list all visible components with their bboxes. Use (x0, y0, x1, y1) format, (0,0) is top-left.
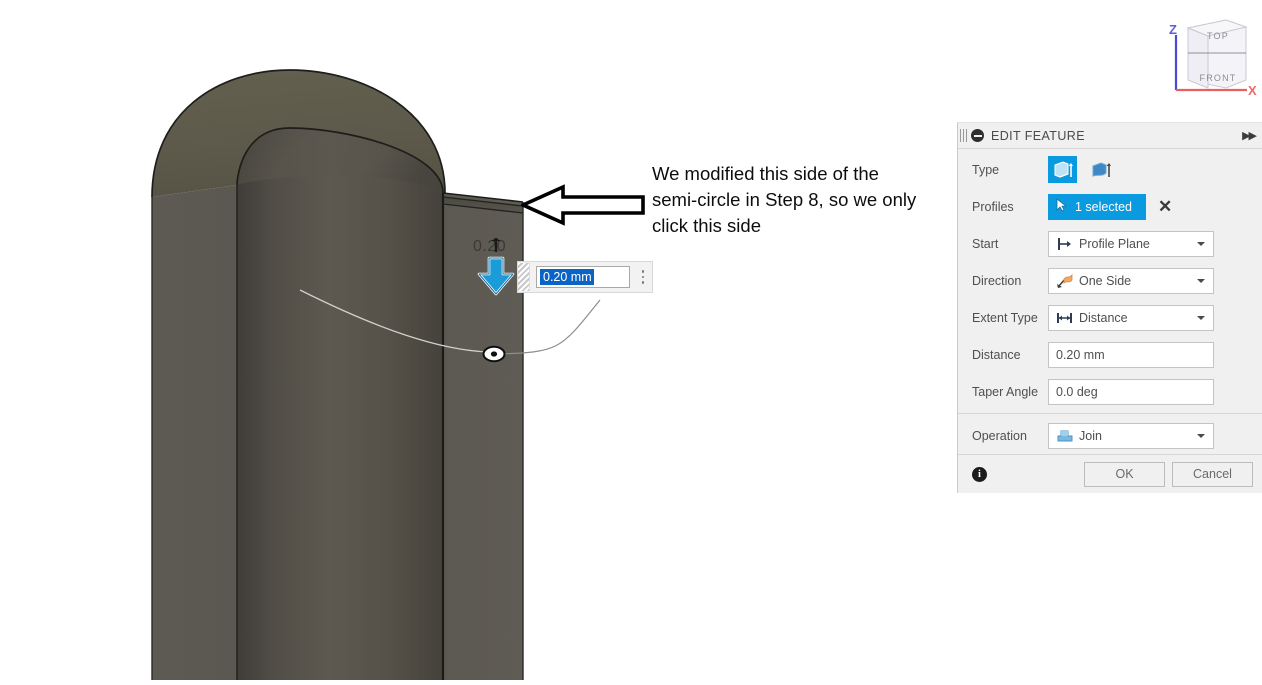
panel-grip-icon[interactable] (960, 129, 968, 142)
taper-angle-input[interactable]: 0.0 deg (1048, 378, 1214, 405)
extrude-flat-icon[interactable] (1048, 156, 1077, 183)
viewcube-top-label: TOP (1207, 31, 1229, 41)
row-distance-label: Distance (972, 347, 1021, 362)
viewcube-front-label: FRONT (1200, 73, 1237, 83)
viewcube[interactable]: TOP FRONT Z X (1148, 8, 1258, 103)
extent-type-value: Distance (1079, 310, 1128, 325)
operation-dropdown[interactable]: Join (1048, 422, 1214, 449)
chevron-down-icon[interactable] (1197, 315, 1205, 320)
viewcube-x-label: X (1248, 83, 1257, 98)
dimension-input[interactable]: 0.20 mm (536, 266, 630, 288)
row-taper-angle: Taper Angle 0.0 deg (958, 373, 1262, 410)
operation-value: Join (1079, 428, 1102, 443)
row-taper-angle-label: Taper Angle (972, 384, 1039, 399)
clear-x-icon[interactable]: ✕ (1158, 198, 1172, 215)
direction-value: One Side (1079, 273, 1132, 288)
model-left-face (152, 185, 237, 680)
viewcube-z-label: Z (1169, 22, 1177, 37)
select-cursor-icon (1056, 198, 1068, 215)
join-operation-icon (1055, 427, 1075, 445)
start-dropdown[interactable]: Profile Plane (1048, 230, 1214, 257)
row-operation: Operation Join (958, 417, 1262, 454)
start-value: Profile Plane (1079, 236, 1150, 251)
left-arrow-icon (518, 183, 645, 227)
chevron-down-icon[interactable] (1197, 278, 1205, 283)
row-extent-type: Extent Type Distance (958, 299, 1262, 336)
row-operation-label: Operation (972, 428, 1027, 443)
taper-angle-input-value: 0.0 deg (1056, 384, 1098, 399)
direction-dropdown[interactable]: One Side (1048, 267, 1214, 294)
panel-body: Type Profiles 1 selected ✕ Start Profile… (958, 149, 1262, 454)
row-distance: Distance 0.20 mm (958, 336, 1262, 373)
collapse-circle-icon[interactable] (971, 129, 984, 142)
more-options-icon[interactable] (634, 263, 652, 291)
cancel-button[interactable]: Cancel (1172, 461, 1253, 487)
panel-title: EDIT FEATURE (991, 128, 1085, 143)
midpoint-marker-icon[interactable] (482, 345, 506, 363)
info-icon[interactable]: i (972, 466, 987, 482)
edit-feature-panel[interactable]: EDIT FEATURE ▶▶ Type Profiles 1 selected… (957, 122, 1262, 493)
distance-arrows-icon (1055, 309, 1075, 327)
panel-header[interactable]: EDIT FEATURE ▶▶ (958, 123, 1262, 149)
extrude-tapered-icon[interactable] (1086, 156, 1115, 183)
row-profiles-label: Profiles (972, 199, 1014, 214)
row-type-label: Type (972, 162, 1000, 177)
expand-double-chevron-icon[interactable]: ▶▶ (1242, 129, 1257, 142)
dimension-input-value: 0.20 mm (540, 269, 594, 285)
row-direction-label: Direction (972, 273, 1022, 288)
row-extent-type-label: Extent Type (972, 310, 1038, 325)
panel-divider (958, 413, 1262, 414)
model-cylinder-face (237, 128, 443, 680)
ok-button[interactable]: OK (1084, 461, 1165, 487)
panel-footer: i OK Cancel (958, 454, 1262, 493)
profiles-selection-value: 1 selected (1075, 199, 1132, 214)
profiles-selection-chip[interactable]: 1 selected (1048, 193, 1146, 220)
drag-grip-icon[interactable] (518, 263, 530, 291)
row-direction: Direction One Side (958, 262, 1262, 299)
row-start: Start Profile Plane (958, 225, 1262, 262)
inline-dimension-editor[interactable]: 0.20 mm (517, 261, 653, 293)
extent-type-dropdown[interactable]: Distance (1048, 304, 1214, 331)
distance-input-value: 0.20 mm (1056, 347, 1105, 362)
distance-input[interactable]: 0.20 mm (1048, 341, 1214, 368)
row-start-label: Start (972, 236, 999, 251)
chevron-down-icon[interactable] (1197, 241, 1205, 246)
row-type: Type (958, 151, 1262, 188)
profile-plane-icon (1055, 235, 1075, 253)
callout-text: We modified this side of the semi-circle… (652, 163, 917, 236)
row-profiles: Profiles 1 selected ✕ (958, 188, 1262, 225)
one-side-flag-icon (1055, 272, 1075, 290)
chevron-down-icon[interactable] (1197, 433, 1205, 438)
